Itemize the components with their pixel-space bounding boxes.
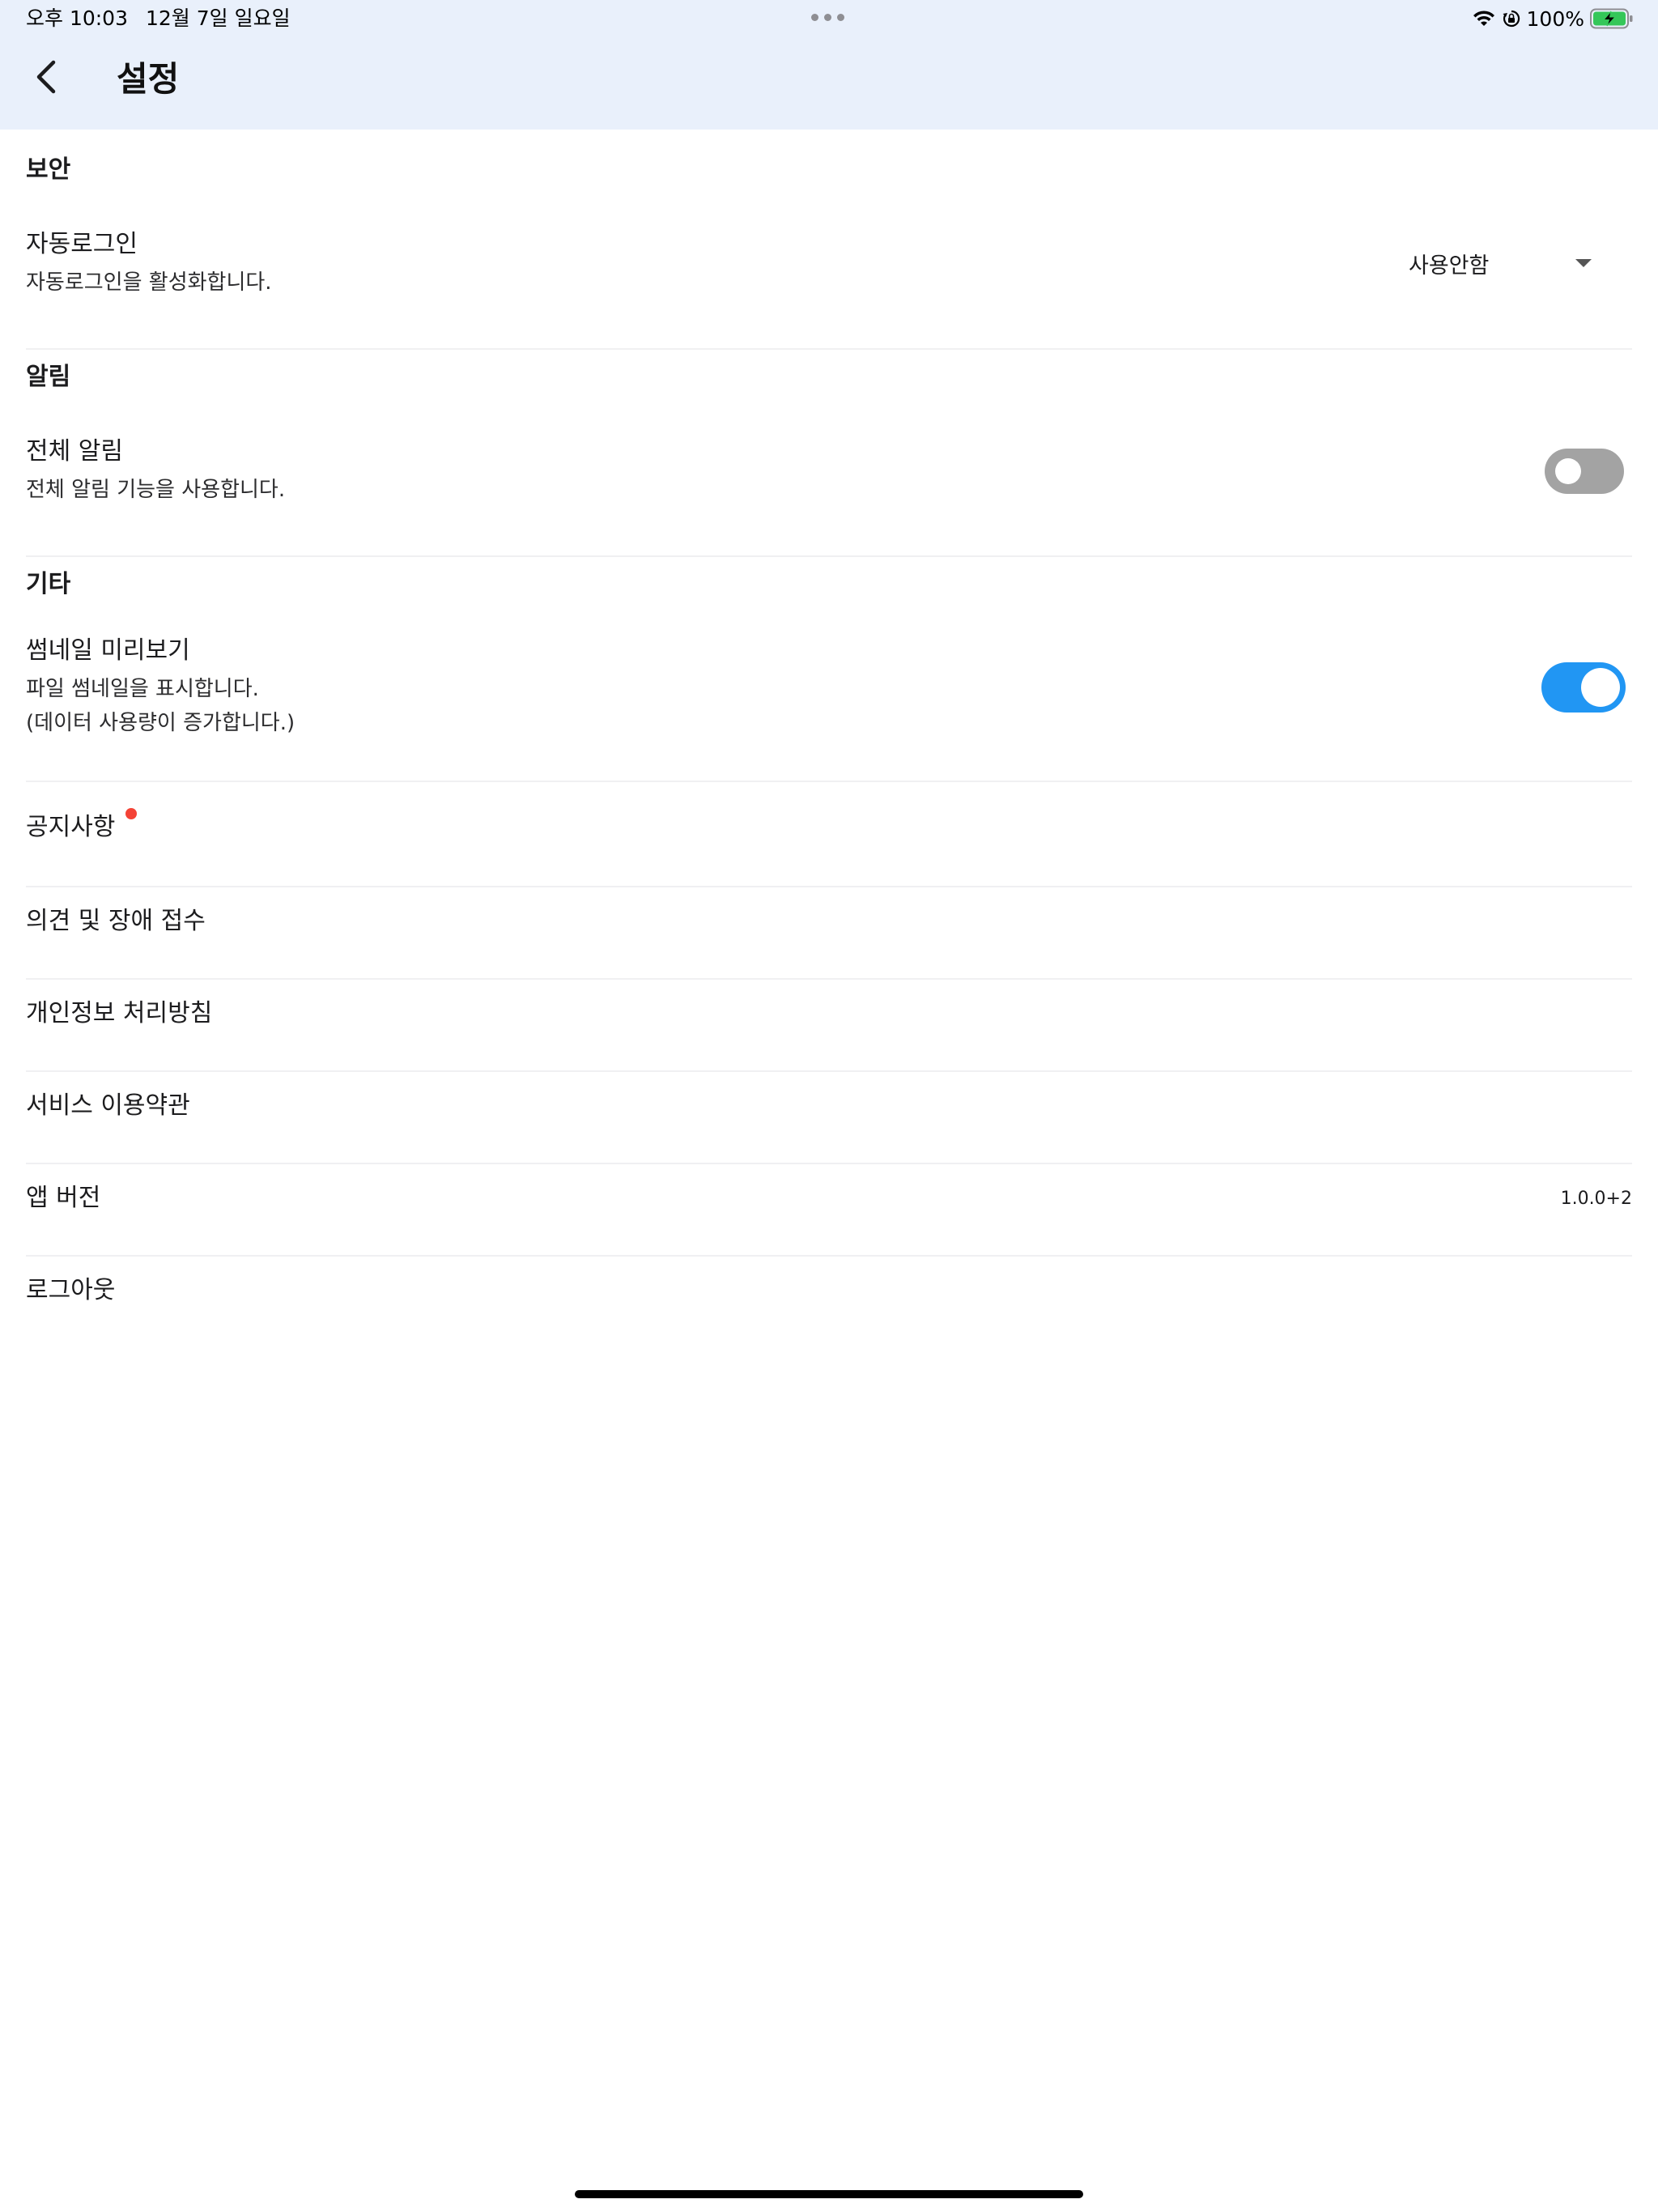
divider [26, 1163, 1632, 1164]
all-notifications-toggle[interactable] [1545, 449, 1624, 494]
back-arrow-icon [34, 59, 58, 98]
thumbnail-preview-toggle[interactable] [1541, 662, 1626, 713]
menu-item-notice[interactable]: 공지사항 [0, 784, 1658, 874]
new-badge-dot [125, 808, 137, 819]
menu-item-privacy-policy[interactable]: 개인정보 처리방침 [0, 983, 1658, 1074]
menu-item-logout-label: 로그아웃 [26, 1276, 116, 1304]
toggle-knob [1581, 668, 1620, 707]
menu-item-app-version: 앱 버전 1.0.0+2 [0, 1168, 1658, 1258]
auto-login-selected-value: 사용안함 [1409, 253, 1490, 279]
status-bar-left: 오후 10:03 12월 7일 일요일 [26, 5, 291, 32]
menu-item-terms[interactable]: 서비스 이용약관 [0, 1075, 1658, 1166]
menu-item-terms-label: 서비스 이용약관 [26, 1091, 190, 1120]
divider [26, 1255, 1632, 1257]
section-header-security: 보안 [26, 155, 71, 184]
back-button[interactable] [21, 53, 71, 104]
divider [26, 555, 1632, 557]
page-title: 설정 [117, 59, 180, 99]
lock-rotation-icon [1502, 9, 1521, 28]
battery-charging-icon [1590, 8, 1634, 29]
status-date: 12월 7일 일요일 [146, 6, 291, 30]
status-bar-right: 100% [1472, 5, 1634, 32]
wifi-icon [1472, 9, 1496, 28]
menu-item-app-version-label: 앱 버전 [26, 1184, 101, 1212]
app-version-value: 1.0.0+2 [1560, 1189, 1632, 1209]
menu-item-feedback-label: 의견 및 장애 접수 [26, 907, 206, 935]
home-indicator[interactable] [575, 2190, 1083, 2198]
toggle-knob [1555, 458, 1581, 484]
all-notifications-title: 전체 알림 [26, 437, 123, 466]
divider [26, 978, 1632, 980]
status-time: 오후 10:03 [26, 6, 128, 30]
menu-item-feedback[interactable]: 의견 및 장애 접수 [0, 891, 1658, 981]
auto-login-dropdown[interactable]: 사용안함 [1409, 243, 1603, 283]
all-notifications-description: 전체 알림 기능을 사용합니다. [26, 478, 286, 502]
thumbnail-preview-description: 파일 썸네일을 표시합니다. [26, 677, 259, 701]
section-header-notifications: 알림 [26, 363, 71, 391]
multitasking-dots-icon[interactable] [811, 14, 844, 21]
auto-login-title: 자동로그인 [26, 230, 138, 258]
menu-item-privacy-policy-label: 개인정보 처리방침 [26, 999, 213, 1027]
chevron-down-icon [1575, 259, 1592, 267]
menu-item-notice-label: 공지사항 [26, 813, 116, 841]
divider [26, 1070, 1632, 1072]
divider [26, 348, 1632, 350]
auto-login-description: 자동로그인을 활성화합니다. [26, 270, 272, 295]
divider [26, 886, 1632, 887]
battery-percent: 100% [1526, 6, 1584, 31]
menu-item-logout[interactable]: 로그아웃 [0, 1260, 1658, 1351]
top-bar: 오후 10:03 12월 7일 일요일 100% 설정 [0, 0, 1658, 130]
thumbnail-preview-title: 썸네일 미리보기 [26, 636, 190, 665]
divider [26, 781, 1632, 782]
thumbnail-preview-note: (데이터 사용량이 증가합니다.) [26, 711, 295, 735]
section-header-etc: 기타 [26, 570, 71, 598]
